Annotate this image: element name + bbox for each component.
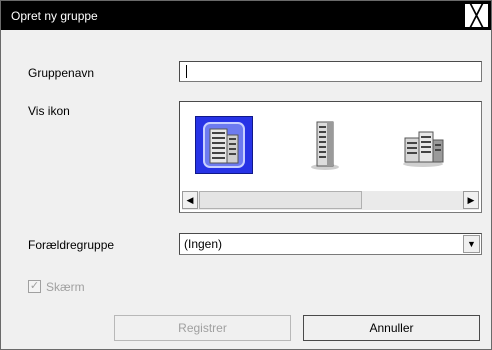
icon-option-2[interactable] xyxy=(297,116,355,174)
register-button[interactable]: Registrer xyxy=(114,315,291,341)
parent-group-label: Forældregruppe xyxy=(28,238,115,252)
arrow-right-icon: ▶ xyxy=(467,194,475,205)
cancel-button[interactable]: Annuller xyxy=(303,315,480,341)
building-tall-icon xyxy=(203,122,245,168)
group-name-label: Gruppenavn xyxy=(28,66,95,80)
group-name-input[interactable] xyxy=(179,61,482,82)
close-button[interactable]: ╳ xyxy=(464,3,489,28)
title-bar: Opret ny gruppe ╳ xyxy=(1,1,491,30)
skyscraper-icon xyxy=(311,121,339,170)
screen-checkbox[interactable]: ✓ xyxy=(28,280,41,293)
arrow-left-icon: ◀ xyxy=(186,194,194,205)
icon-list[interactable]: ◀ ▶ xyxy=(179,101,482,213)
dialog-title: Opret ny gruppe xyxy=(11,9,98,23)
scroll-thumb[interactable] xyxy=(199,191,362,209)
parent-group-value: (Ingen) xyxy=(184,237,223,251)
scroll-left-button[interactable]: ◀ xyxy=(182,191,198,209)
parent-group-select[interactable]: (Ingen) ▼ xyxy=(179,233,482,255)
office-building-icon xyxy=(403,131,444,167)
chevron-down-icon: ▼ xyxy=(467,239,476,249)
scroll-right-button[interactable]: ▶ xyxy=(463,191,479,209)
icon-option-selected[interactable] xyxy=(195,116,253,174)
text-caret xyxy=(186,65,187,78)
dropdown-button[interactable]: ▼ xyxy=(463,235,480,253)
icon-option-3[interactable] xyxy=(395,116,453,174)
screen-checkbox-label: Skærm xyxy=(46,280,85,294)
show-icon-label: Vis ikon xyxy=(28,104,70,118)
create-group-dialog: Opret ny gruppe ╳ Gruppenavn Vis ikon ◀ … xyxy=(0,0,492,350)
close-icon: ╳ xyxy=(469,2,484,28)
checkmark-icon: ✓ xyxy=(29,280,40,292)
horizontal-scrollbar[interactable]: ◀ ▶ xyxy=(182,191,479,210)
